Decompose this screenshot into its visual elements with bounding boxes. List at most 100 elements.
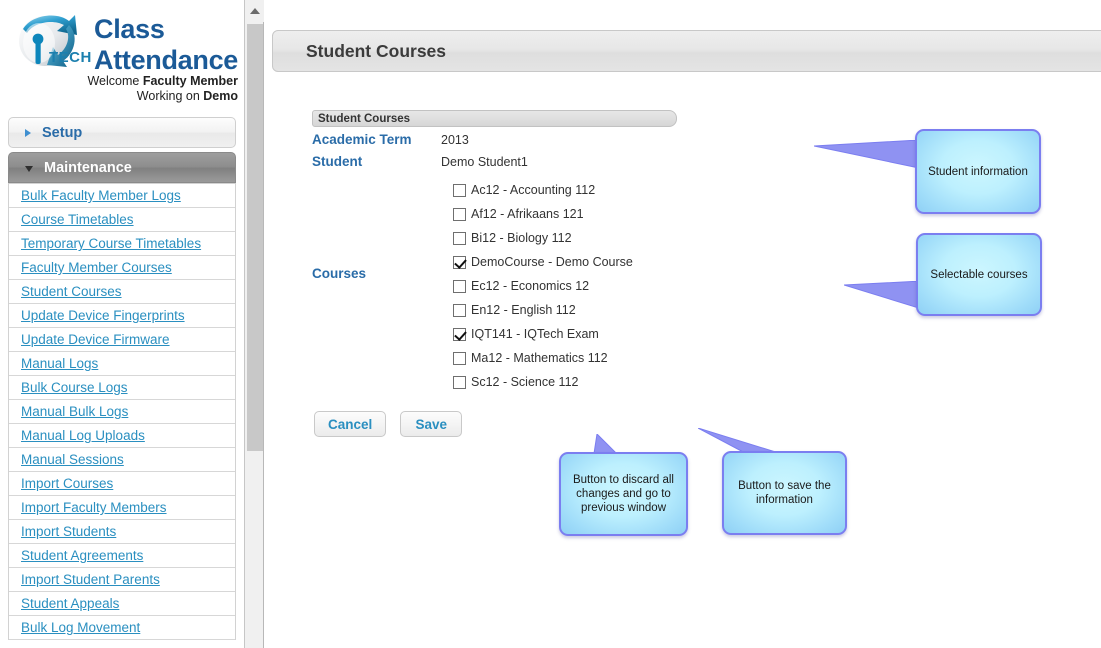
sidebar-item-update-device-firmware[interactable]: Update Device Firmware — [9, 328, 235, 352]
svg-text:TECH: TECH — [49, 49, 92, 66]
chevron-right-icon — [25, 128, 31, 137]
course-checkbox[interactable] — [453, 279, 466, 293]
course-checkbox-row[interactable]: DemoCourse - Demo Course — [453, 250, 633, 274]
sidebar-item-manual-log-uploads[interactable]: Manual Log Uploads — [9, 424, 235, 448]
sidebar-item-label: Import Faculty Members — [21, 500, 167, 515]
course-checkbox[interactable] — [453, 183, 466, 197]
sidebar-item-temporary-course-timetables[interactable]: Temporary Course Timetables — [9, 232, 235, 256]
sidebar-item-manual-sessions[interactable]: Manual Sessions — [9, 448, 235, 472]
sidebar-nav-list: Bulk Faculty Member Logs Course Timetabl… — [8, 183, 236, 640]
course-checkbox[interactable] — [453, 231, 466, 245]
sidebar-item-label: Import Student Parents — [21, 572, 160, 587]
sidebar-item-label: Student Agreements — [21, 548, 144, 563]
academic-term-label: Academic Term — [312, 132, 412, 147]
sidebar-item-label: Bulk Course Logs — [21, 380, 128, 395]
courses-label: Courses — [312, 266, 367, 281]
course-checkbox-label: Bi12 - Biology 112 — [471, 231, 572, 245]
chevron-up-icon — [249, 8, 260, 14]
sidebar-item-student-appeals[interactable]: Student Appeals — [9, 592, 235, 616]
callout-selectable-courses: Selectable courses — [916, 233, 1042, 316]
course-checkbox-row[interactable]: Af12 - Afrikaans 121 — [453, 202, 633, 226]
course-checkbox-label: Ma12 - Mathematics 112 — [471, 351, 608, 365]
student-row: Student Demo Student1 — [312, 153, 732, 171]
cancel-button[interactable]: Cancel — [314, 411, 387, 437]
sidebar-item-import-faculty-members[interactable]: Import Faculty Members — [9, 496, 235, 520]
callout-tail-selectable-courses — [844, 281, 922, 309]
scrollbar-thumb[interactable] — [247, 24, 263, 451]
app-title-line1: Class — [94, 14, 165, 44]
sidebar-scrollbar[interactable] — [244, 0, 264, 648]
sidebar-item-label: Student Appeals — [21, 596, 120, 611]
sidebar-item-bulk-course-logs[interactable]: Bulk Course Logs — [9, 376, 235, 400]
form-panel-title: Student Courses — [318, 112, 411, 125]
welcome-text: Welcome Faculty Member Working on Demo — [8, 74, 238, 104]
sidebar-item-label: Student Courses — [21, 284, 122, 299]
courses-row: Courses Ac12 - Accounting 112 Af12 - Afr… — [312, 178, 732, 394]
course-checkbox[interactable] — [453, 375, 466, 389]
course-checkbox[interactable] — [453, 255, 466, 269]
main-content: Student Courses Student Courses Academic… — [266, 0, 1101, 648]
sidebar-group-maintenance-label: Maintenance — [44, 159, 132, 176]
course-checkbox[interactable] — [453, 207, 466, 221]
sidebar-item-import-student-parents[interactable]: Import Student Parents — [9, 568, 235, 592]
sidebar-item-bulk-faculty-member-logs[interactable]: Bulk Faculty Member Logs — [9, 184, 235, 208]
student-courses-form: Student Courses Academic Term 2013 Stude… — [312, 110, 732, 394]
sidebar-item-update-device-fingerprints[interactable]: Update Device Fingerprints — [9, 304, 235, 328]
course-checkbox-label: Ac12 - Accounting 112 — [471, 183, 596, 197]
course-checkbox-row[interactable]: Bi12 - Biology 112 — [453, 226, 633, 250]
course-checkbox-row[interactable]: Ma12 - Mathematics 112 — [453, 346, 633, 370]
sidebar-item-manual-bulk-logs[interactable]: Manual Bulk Logs — [9, 400, 235, 424]
sidebar-item-import-students[interactable]: Import Students — [9, 520, 235, 544]
sidebar-item-label: Manual Sessions — [21, 452, 124, 467]
page-title: Student Courses — [306, 40, 447, 61]
sidebar-item-label: Manual Bulk Logs — [21, 404, 129, 419]
student-label: Student — [312, 154, 363, 169]
chevron-down-icon — [25, 166, 33, 172]
sidebar-group-setup[interactable]: Setup — [8, 117, 236, 148]
brand-header: TECH Class Attendance Welcome Faculty Me… — [0, 0, 244, 108]
sidebar-item-student-courses[interactable]: Student Courses — [9, 280, 235, 304]
sidebar-item-label: Bulk Log Movement — [21, 620, 141, 635]
academic-term-row: Academic Term 2013 — [312, 131, 732, 149]
sidebar-item-import-courses[interactable]: Import Courses — [9, 472, 235, 496]
course-checkbox-row[interactable]: En12 - English 112 — [453, 298, 633, 322]
working-value: Demo — [203, 89, 238, 103]
callout-cancel-help: Button to discard all changes and go to … — [559, 452, 688, 536]
sidebar: TECH Class Attendance Welcome Faculty Me… — [0, 0, 244, 648]
course-checkbox[interactable] — [453, 351, 466, 365]
course-checkbox-label: Sc12 - Science 112 — [471, 375, 579, 389]
sidebar-item-label: Import Students — [21, 524, 117, 539]
course-checkbox-row[interactable]: IQT141 - IQTech Exam — [453, 322, 633, 346]
sidebar-item-label: Update Device Firmware — [21, 332, 170, 347]
callout-tail-student-information — [814, 140, 919, 168]
sidebar-item-label: Bulk Faculty Member Logs — [21, 188, 181, 203]
callout-student-information: Student information — [915, 129, 1041, 214]
application-window: TECH Class Attendance Welcome Faculty Me… — [0, 0, 1101, 648]
page-title-bar: Student Courses — [272, 30, 1101, 72]
sidebar-item-faculty-member-courses[interactable]: Faculty Member Courses — [9, 256, 235, 280]
course-checkbox-label: IQT141 - IQTech Exam — [471, 327, 599, 341]
form-buttons: Cancel Save — [314, 411, 463, 437]
course-checkbox-label: DemoCourse - Demo Course — [471, 255, 633, 269]
sidebar-item-course-timetables[interactable]: Course Timetables — [9, 208, 235, 232]
course-checkbox-row[interactable]: Sc12 - Science 112 — [453, 370, 633, 394]
sidebar-item-bulk-log-movement[interactable]: Bulk Log Movement — [9, 616, 235, 640]
sidebar-item-label: Manual Logs — [21, 356, 99, 371]
sidebar-item-label: Faculty Member Courses — [21, 260, 172, 275]
sidebar-group-setup-label: Setup — [42, 124, 83, 141]
courses-checkbox-list: Ac12 - Accounting 112 Af12 - Afrikaans 1… — [441, 178, 633, 394]
course-checkbox-row[interactable]: Ac12 - Accounting 112 — [453, 178, 633, 202]
sidebar-item-label: Import Courses — [21, 476, 114, 491]
sidebar-item-label: Temporary Course Timetables — [21, 236, 202, 251]
sidebar-group-maintenance[interactable]: Maintenance — [8, 152, 236, 183]
scrollbar-up-button[interactable] — [245, 0, 264, 22]
course-checkbox-row[interactable]: Ec12 - Economics 12 — [453, 274, 633, 298]
sidebar-item-manual-logs[interactable]: Manual Logs — [9, 352, 235, 376]
welcome-prefix: Welcome — [87, 74, 143, 88]
course-checkbox[interactable] — [453, 303, 466, 317]
sidebar-item-label: Course Timetables — [21, 212, 134, 227]
save-button[interactable]: Save — [400, 411, 463, 437]
course-checkbox-label: Ec12 - Economics 12 — [471, 279, 590, 293]
sidebar-item-student-agreements[interactable]: Student Agreements — [9, 544, 235, 568]
course-checkbox[interactable] — [453, 327, 466, 341]
